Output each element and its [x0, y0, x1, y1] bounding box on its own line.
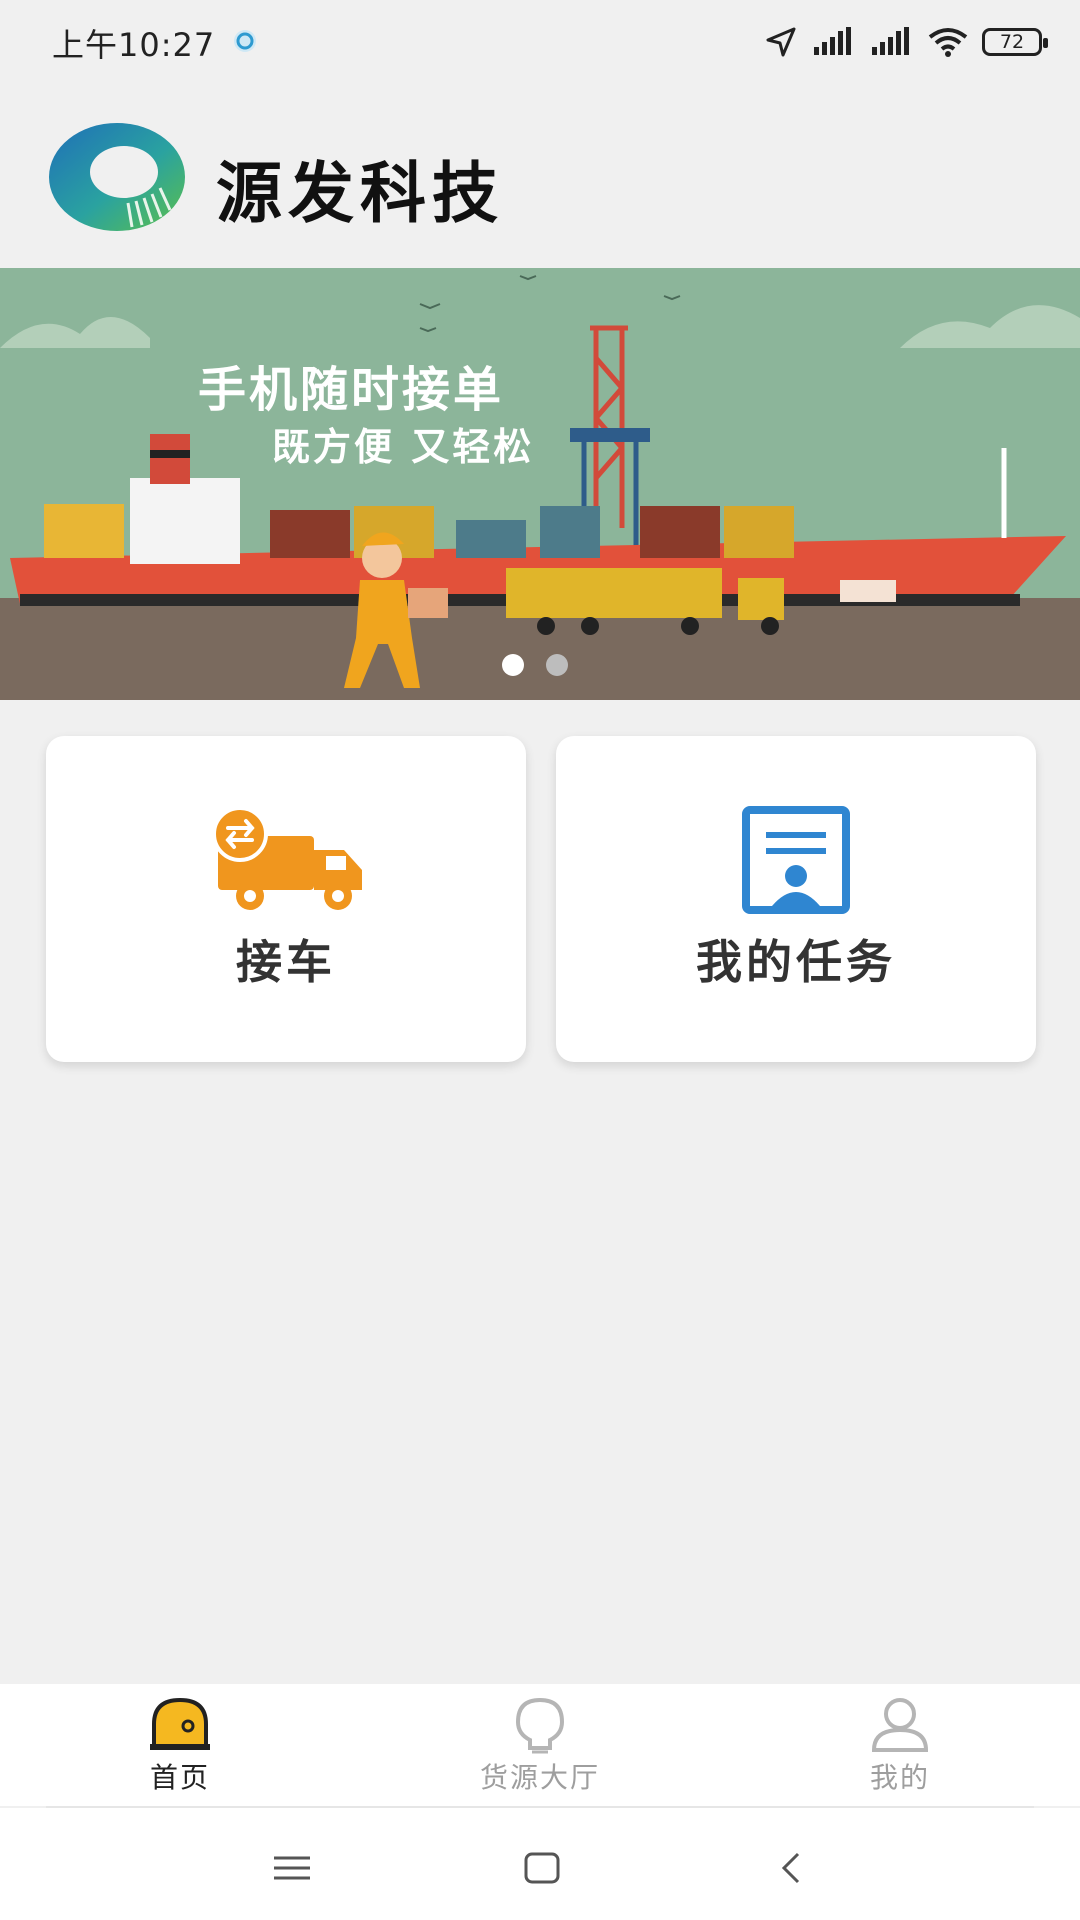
my-tasks-card[interactable]: 我的任务 [556, 736, 1036, 1062]
carousel-dot-1[interactable] [502, 654, 524, 676]
home-icon [150, 1697, 210, 1750]
pickup-card[interactable]: 接车 [46, 736, 526, 1062]
feature-cards: 接车 我的任务 [46, 736, 1036, 1062]
app-header: 源发科技 [0, 96, 1080, 266]
tab-cargo-hall[interactable]: 货源大厅 [390, 1684, 690, 1806]
back-icon[interactable] [752, 1838, 832, 1898]
tab-mine-label: 我的 [869, 1761, 930, 1794]
signal-icon [814, 27, 851, 55]
app-title: 源发科技 [216, 155, 504, 232]
tab-home-label: 首页 [149, 1761, 210, 1794]
promo-banner[interactable]: 手机随时接单 既方便 又轻松 [0, 268, 1080, 700]
tab-cargo-hall-label: 货源大厅 [479, 1761, 600, 1794]
home-nav-icon[interactable] [502, 1838, 582, 1898]
brand-logo [49, 123, 185, 231]
status-bar: 上午10:27 72 [0, 0, 1080, 84]
wifi-icon [928, 28, 968, 57]
banner-subline: 既方便 又轻松 [272, 425, 535, 469]
tab-mine[interactable]: 我的 [750, 1684, 1050, 1806]
bottom-tab-bar: 首页 货源大厅 我的 [0, 1684, 1080, 1806]
status-time: 上午10:27 [52, 26, 216, 64]
app-notification-icon [234, 30, 256, 52]
task-id-icon [742, 806, 850, 914]
pickup-card-label: 接车 [236, 935, 336, 989]
menu-icon[interactable] [252, 1838, 332, 1898]
truck-swap-icon [212, 806, 362, 910]
banner-illustration [0, 268, 1080, 700]
battery-icon: 72 [982, 28, 1048, 56]
carousel-indicator[interactable] [502, 654, 568, 676]
banner-headline: 手机随时接单 [198, 362, 505, 418]
user-icon [871, 1698, 929, 1752]
location-icon [766, 27, 796, 57]
signal-icon-2 [872, 27, 909, 55]
system-nav-bar [0, 1808, 1080, 1920]
status-icons: 72 [764, 22, 1048, 62]
lightbulb-icon [515, 1697, 565, 1754]
tab-home[interactable]: 首页 [30, 1684, 330, 1806]
carousel-dot-2[interactable] [546, 654, 568, 676]
my-tasks-card-label: 我的任务 [696, 935, 896, 989]
